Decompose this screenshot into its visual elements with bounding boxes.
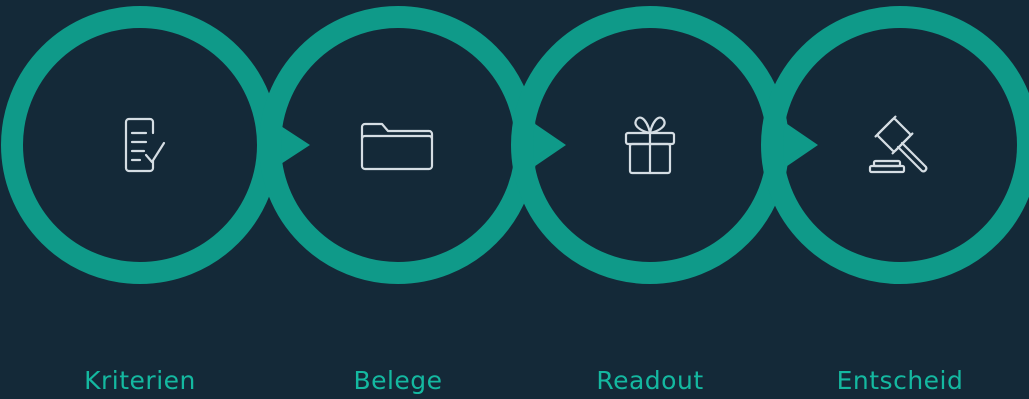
step-label-kriterien: Kriterien (84, 366, 196, 395)
process-flow: Kriterien Belege Readout Entscheid (0, 0, 1029, 399)
gavel-icon (860, 105, 940, 185)
process-rings (1, 6, 1029, 284)
gift-icon (610, 105, 690, 185)
step-label-entscheid: Entscheid (836, 366, 964, 395)
step-label-belege: Belege (353, 366, 443, 395)
checklist-icon (100, 105, 180, 185)
step-label-readout: Readout (596, 366, 704, 395)
folder-icon (358, 105, 438, 185)
